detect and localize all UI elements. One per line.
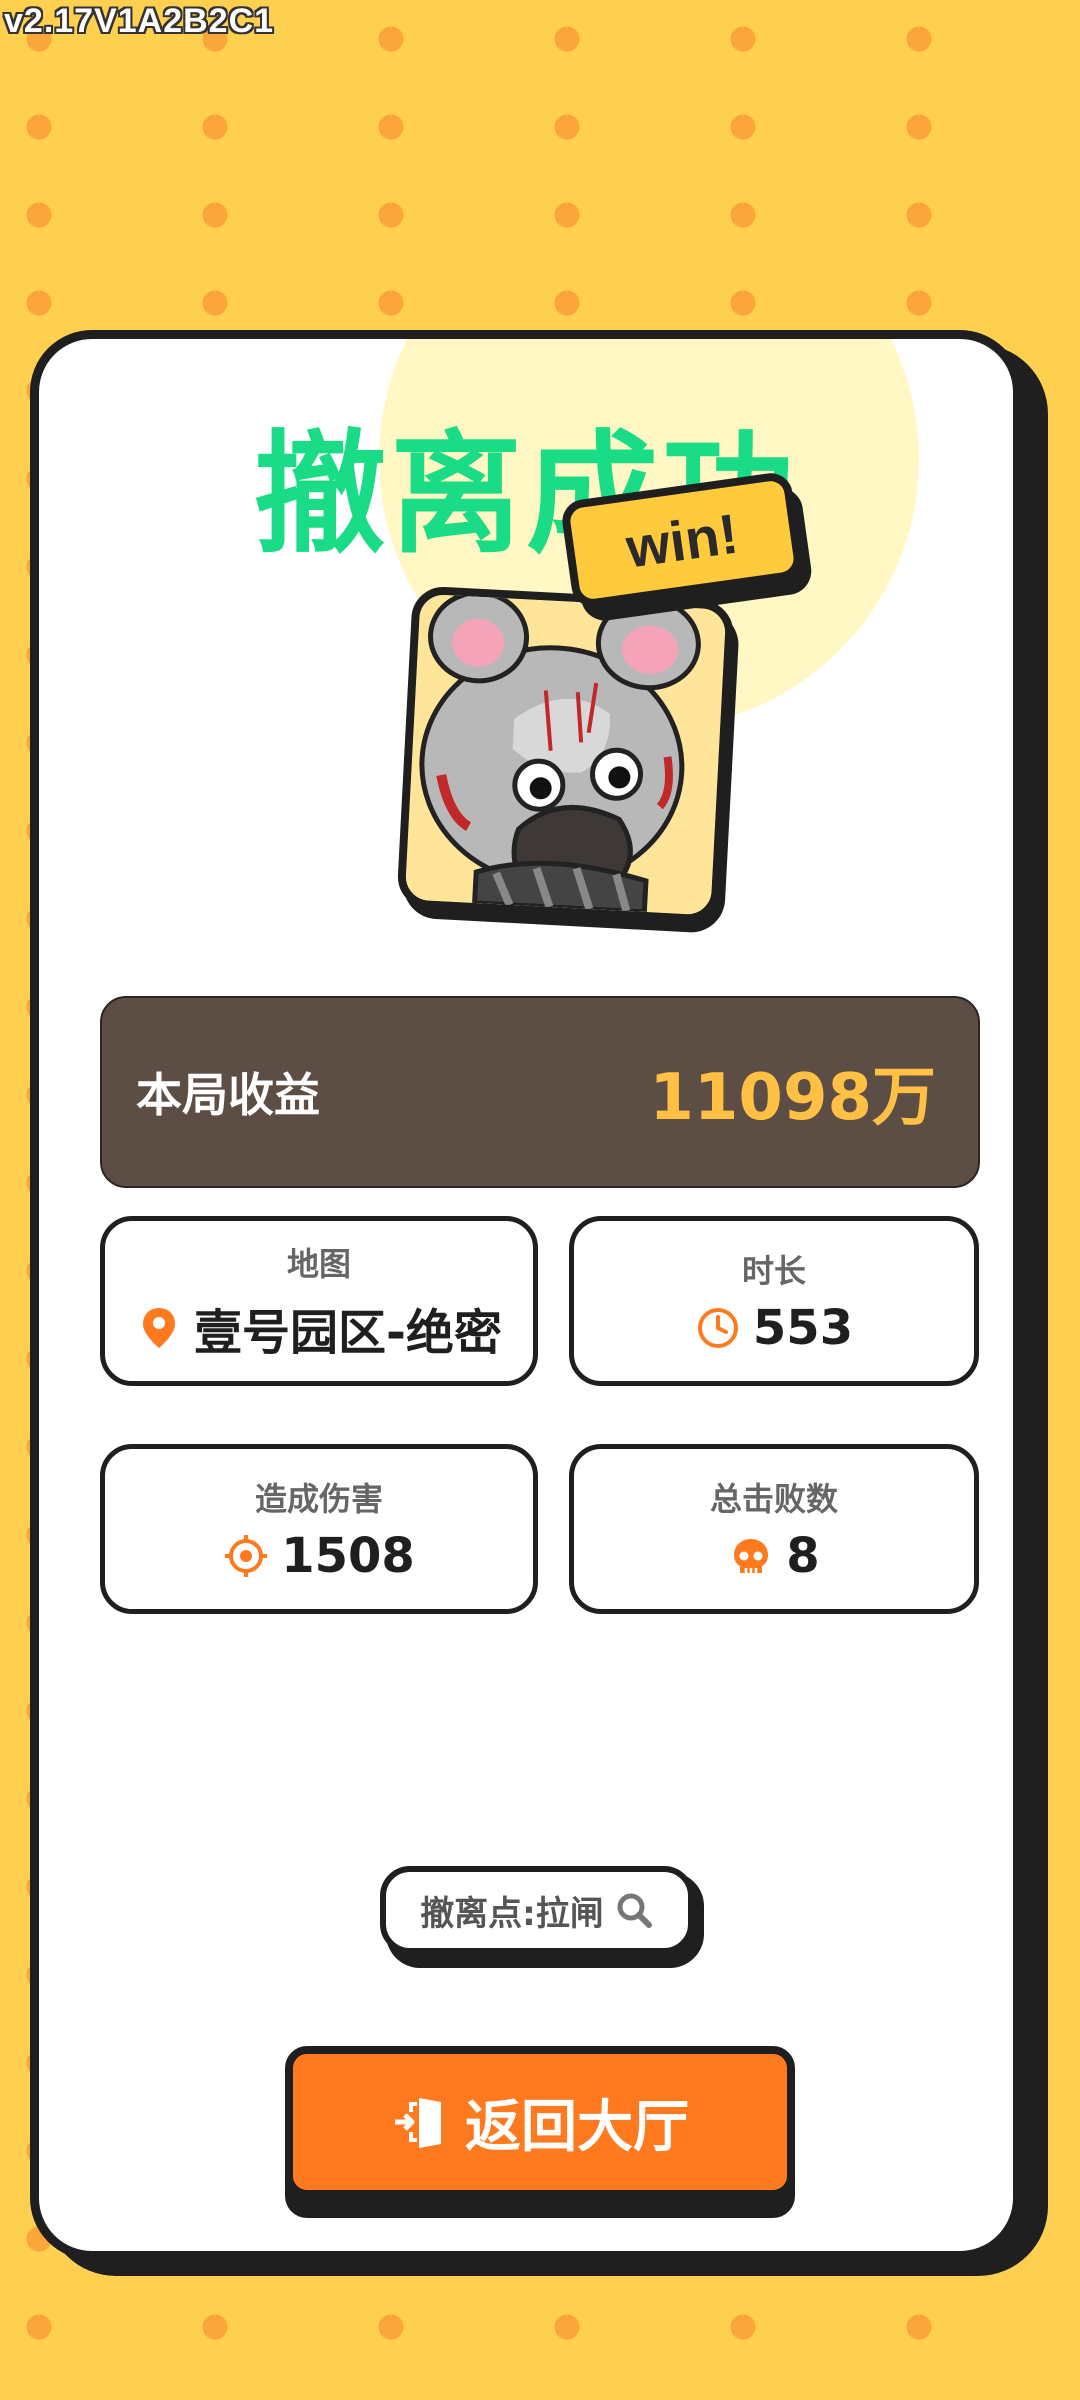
- exit-point-button[interactable]: 撤离点:拉闸: [380, 1866, 694, 1954]
- stat-damage-label: 造成伤害: [254, 1480, 383, 1518]
- stat-damage: 造成伤害 1508: [100, 1444, 538, 1614]
- stat-map-label: 地图: [286, 1245, 351, 1283]
- stat-kills-label: 总击败数: [709, 1480, 838, 1518]
- search-icon: [617, 1893, 652, 1928]
- earnings-label: 本局收益: [136, 1068, 320, 1122]
- stat-duration-label: 时长: [741, 1252, 806, 1290]
- exit-point-label: 撤离点:拉闸: [420, 1893, 604, 1934]
- character-avatar: [396, 585, 735, 924]
- skull-icon: [734, 1539, 769, 1573]
- avatar-frame: [395, 585, 752, 942]
- return-lobby-button[interactable]: 返回大厅: [285, 2046, 795, 2198]
- earnings-value: 11098万: [649, 1061, 936, 1135]
- earnings-panel: 本局收益 11098万: [100, 996, 980, 1188]
- version-label: v2.17V1A2B2C1: [4, 2, 275, 40]
- result-title: 撤离成功: [254, 418, 798, 572]
- stat-map: 地图 壹号园区-绝密: [100, 1216, 538, 1386]
- return-lobby-label: 返回大厅: [465, 2094, 689, 2160]
- stat-kills-value: 8: [786, 1528, 820, 1584]
- stat-duration-value: 553: [752, 1300, 854, 1356]
- stat-duration: 时长 553: [569, 1216, 979, 1386]
- stat-damage-value: 1508: [281, 1528, 415, 1584]
- exit-door-icon: [395, 2098, 441, 2148]
- location-pin-icon: [143, 1308, 176, 1348]
- crosshair-icon: [225, 1535, 268, 1577]
- clock-icon: [697, 1308, 738, 1348]
- stat-map-value: 壹号园区-绝密: [194, 1305, 502, 1361]
- stat-kills: 总击败数 8: [569, 1444, 979, 1614]
- gray-mouse-character-image: [404, 590, 727, 916]
